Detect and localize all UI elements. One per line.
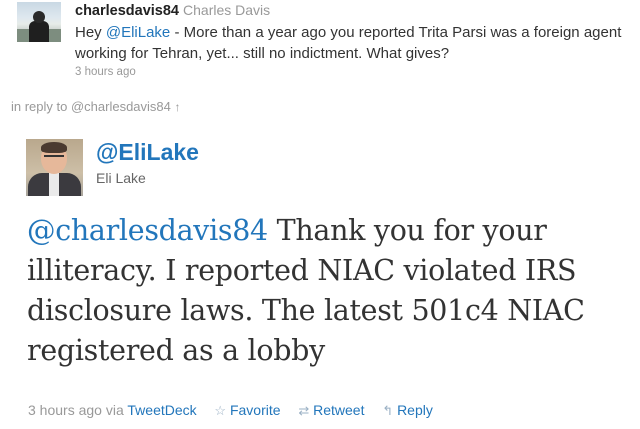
retweet-icon: ⇄ bbox=[298, 403, 310, 418]
reply-full-name: Charles Davis bbox=[183, 2, 271, 18]
client-link[interactable]: TweetDeck bbox=[127, 402, 196, 418]
avatar-figure-head bbox=[33, 11, 45, 23]
in-reply-to-link[interactable]: in reply to @charlesdavis84 ↑ bbox=[11, 99, 181, 114]
main-timestamp[interactable]: 3 hours ago bbox=[28, 402, 102, 418]
avatar-hair bbox=[41, 142, 67, 153]
reply-screen-name[interactable]: charlesdavis84 bbox=[75, 3, 179, 19]
main-mention-link[interactable]: @charlesdavis84 bbox=[27, 214, 268, 247]
arrow-up-icon: ↑ bbox=[174, 100, 181, 114]
reply-tweet: charlesdavis84 Charles Davis Hey @EliLak… bbox=[0, 0, 640, 96]
main-full-name: Eli Lake bbox=[96, 170, 146, 186]
star-icon: ☆ bbox=[214, 403, 227, 418]
via-label: via bbox=[105, 402, 124, 418]
avatar-figure-body bbox=[29, 21, 49, 42]
avatar-glasses bbox=[44, 155, 64, 162]
retweet-label: Retweet bbox=[313, 402, 365, 418]
reply-tweet-header: charlesdavis84 Charles Davis bbox=[75, 1, 635, 20]
favorite-label: Favorite bbox=[229, 402, 281, 418]
reply-timestamp[interactable]: 3 hours ago bbox=[75, 66, 635, 78]
reply-mention-link[interactable]: @EliLake bbox=[106, 24, 170, 41]
reply-icon: ↰ bbox=[382, 403, 394, 418]
avatar-shirt bbox=[49, 173, 59, 196]
tweet-actions: 3 hours ago via TweetDeck ☆ Favorite ⇄ R… bbox=[28, 402, 433, 419]
reply-label: Reply bbox=[397, 402, 433, 418]
in-reply-to-label: in reply to @charlesdavis84 bbox=[11, 99, 171, 114]
avatar[interactable] bbox=[17, 2, 61, 42]
retweet-button[interactable]: ⇄ Retweet bbox=[298, 402, 368, 418]
reply-button[interactable]: ↰ Reply bbox=[382, 402, 433, 418]
favorite-button[interactable]: ☆ Favorite bbox=[214, 402, 284, 418]
main-tweet-text: @charlesdavis84 Thank you for your illit… bbox=[27, 211, 627, 371]
avatar[interactable] bbox=[26, 139, 83, 196]
reply-tweet-body: charlesdavis84 Charles Davis Hey @EliLak… bbox=[75, 1, 635, 78]
reply-text-prefix: Hey bbox=[75, 24, 106, 41]
reply-tweet-text: Hey @EliLake - More than a year ago you … bbox=[75, 22, 635, 64]
main-screen-name[interactable]: @EliLake bbox=[96, 139, 199, 166]
